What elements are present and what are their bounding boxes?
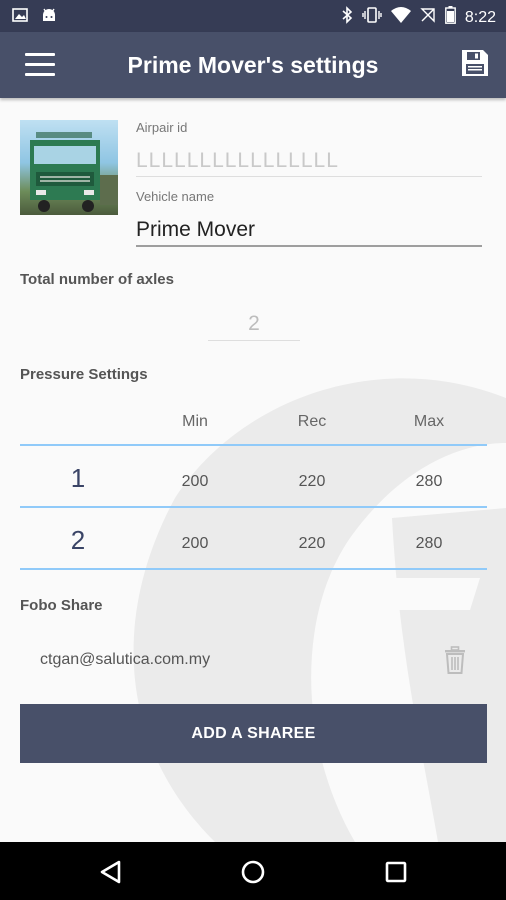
- bluetooth-icon: [341, 6, 353, 29]
- pressure-rec-cell[interactable]: 220: [272, 535, 352, 553]
- axles-underline: [208, 340, 300, 341]
- back-icon[interactable]: [98, 859, 124, 890]
- axles-section-title: Total number of axles: [20, 271, 174, 288]
- add-sharee-button[interactable]: ADD A SHAREE: [20, 704, 487, 763]
- pressure-header-max: Max: [413, 413, 445, 430]
- pressure-max-cell[interactable]: 280: [389, 473, 469, 491]
- axle-number: 2: [70, 525, 86, 555]
- sharee-email: ctgan@salutica.com.my: [40, 651, 211, 668]
- home-icon[interactable]: [240, 859, 266, 890]
- no-sim-icon: [420, 7, 436, 28]
- vibrate-icon: [362, 6, 382, 29]
- vehicle-name-field[interactable]: Prime Mover: [136, 218, 255, 242]
- airpair-id-underline: [136, 176, 482, 177]
- airpair-id-label: Airpair id: [136, 120, 188, 135]
- table-divider: [20, 444, 487, 446]
- vehicle-name-underline: [136, 245, 482, 247]
- vehicle-name-label: Vehicle name: [136, 189, 215, 204]
- axle-number: 1: [70, 463, 86, 493]
- pressure-section-title: Pressure Settings: [20, 366, 148, 383]
- airpair-id-field[interactable]: LLLLLLLLLLLLLLLL: [136, 149, 339, 173]
- pressure-min-cell[interactable]: 200: [155, 473, 235, 491]
- share-section-title: Fobo Share: [20, 597, 103, 614]
- system-nav-bar: [0, 842, 506, 900]
- android-icon: [40, 7, 58, 28]
- wifi-icon: [390, 7, 411, 28]
- pressure-min-cell[interactable]: 200: [155, 535, 235, 553]
- app-bar: Prime Mover's settings: [0, 32, 506, 98]
- pressure-header-min: Min: [182, 413, 208, 430]
- floppy-save-icon[interactable]: [460, 48, 492, 80]
- pressure-max-cell[interactable]: 280: [389, 535, 469, 553]
- table-divider: [20, 506, 487, 508]
- settings-content[interactable]: Airpair id LLLLLLLLLLLLLLLL Vehicle name…: [0, 98, 506, 842]
- axles-count-field[interactable]: 2: [208, 312, 300, 336]
- truck-thumbnail[interactable]: [20, 120, 118, 215]
- table-divider: [20, 568, 487, 570]
- image-icon: [12, 7, 28, 28]
- clock-time: 8:22: [464, 8, 496, 26]
- status-bar: 8:22: [0, 0, 506, 32]
- trash-icon[interactable]: [443, 646, 467, 674]
- pressure-header-rec: Rec: [297, 413, 327, 430]
- page-title: Prime Mover's settings: [127, 52, 379, 78]
- battery-icon: [444, 6, 456, 29]
- pressure-rec-cell[interactable]: 220: [272, 473, 352, 491]
- recents-icon[interactable]: [384, 860, 408, 889]
